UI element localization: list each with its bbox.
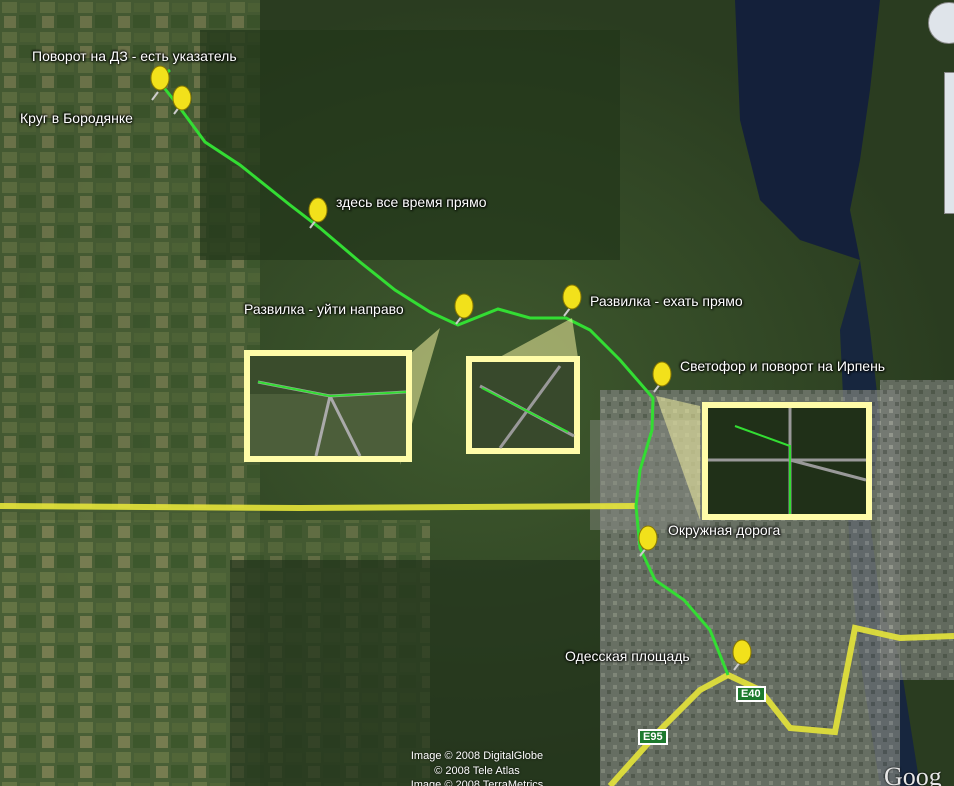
label-fork-straight: Развилка - ехать прямо (590, 293, 743, 309)
zoom-slider[interactable] (944, 72, 954, 214)
satellite-map[interactable] (0, 0, 954, 786)
road-shield-e40: E40 (736, 686, 766, 702)
credit-line-2: © 2008 Tele Atlas (434, 765, 520, 777)
credit-line-3: Image © 2008 TerraMetrics (410, 779, 544, 786)
label-ring-road: Окружная дорога (668, 522, 781, 538)
credit-line-1: Image © 2008 DigitalGlobe (410, 750, 544, 762)
label-straight: здесь все время прямо (336, 194, 487, 210)
label-roundabout: Круг в Бородянке (20, 110, 133, 126)
label-traffic-light: Светофор и поворот на Ирпень (680, 358, 886, 374)
road-shield-e95: E95 (638, 729, 668, 745)
forest-central (200, 30, 620, 260)
label-odessa-square: Одесская площадь (565, 648, 690, 664)
label-turn-dz: Поворот на ДЗ - есть указатель (32, 48, 237, 64)
google-logo: Goog (884, 762, 942, 786)
label-fork-right: Развилка - уйти направо (244, 301, 404, 317)
highway-west (0, 503, 637, 512)
